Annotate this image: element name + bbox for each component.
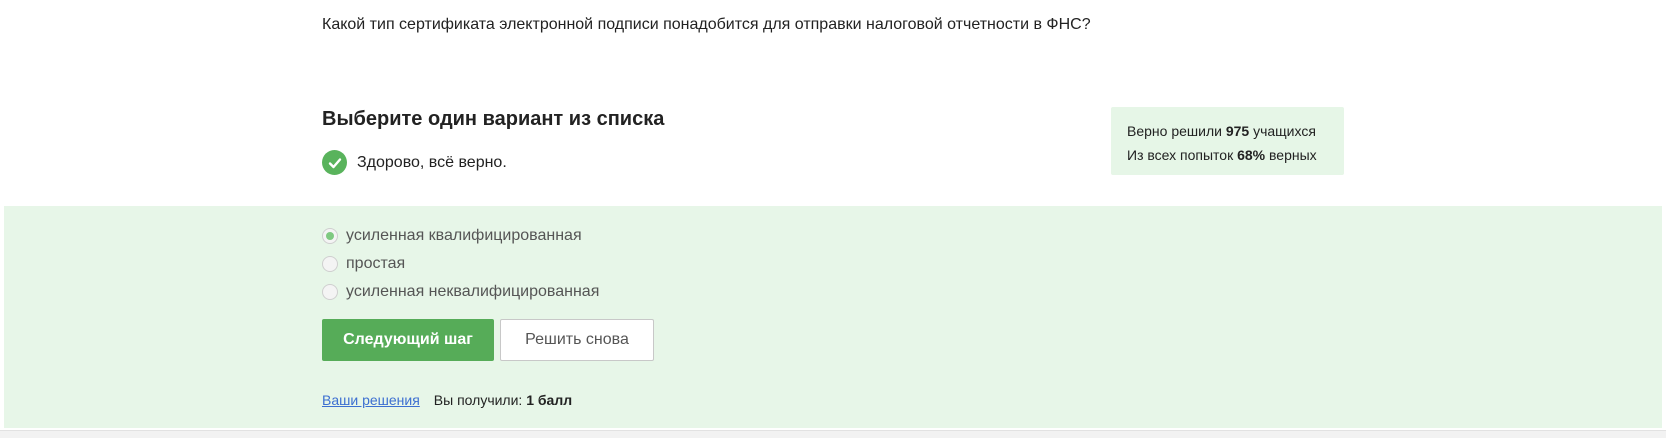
task-heading: Выберите один вариант из списка xyxy=(322,108,665,130)
result-message: Здорово, всё верно. xyxy=(322,150,507,175)
stats-attempts: Из всех попыток 68% верных xyxy=(1127,143,1328,167)
stats-attempts-suffix: верных xyxy=(1269,147,1317,163)
result-text: Здорово, всё верно. xyxy=(357,153,507,171)
stats-solved-count: 975 xyxy=(1225,123,1250,139)
radio-icon[interactable] xyxy=(322,284,338,300)
received-label: Вы получили: xyxy=(433,392,523,408)
radio-icon[interactable] xyxy=(322,256,338,272)
stats-solved: Верно решили 975 учащихся xyxy=(1127,119,1328,143)
your-solutions-link[interactable]: Ваши решения xyxy=(322,392,420,408)
option-label: усиленная неквалифицированная xyxy=(346,283,600,300)
options-list: усиленная квалифицированная простая усил… xyxy=(322,222,599,306)
stats-solved-suffix: учащихся xyxy=(1253,123,1316,139)
option-label: усиленная квалифицированная xyxy=(346,227,582,244)
stats-attempts-prefix: Из всех попыток xyxy=(1127,147,1234,163)
footer-row: Ваши решения Вы получили: 1 балл xyxy=(322,392,572,408)
answer-panel xyxy=(4,206,1662,428)
question-text: Какой тип сертификата электронной подпис… xyxy=(322,16,1091,33)
radio-selected-icon[interactable] xyxy=(322,228,338,244)
score-info: Вы получили: 1 балл xyxy=(434,392,572,408)
next-step-button[interactable]: Следующий шаг xyxy=(322,319,494,361)
retry-button[interactable]: Решить снова xyxy=(500,319,654,361)
page-bottom-divider xyxy=(0,430,1666,438)
score-value: 1 балл xyxy=(526,392,573,408)
option-label: простая xyxy=(346,255,406,272)
check-circle-icon xyxy=(322,150,347,175)
option-item[interactable]: усиленная неквалифицированная xyxy=(322,278,599,306)
stats-box: Верно решили 975 учащихся Из всех попыто… xyxy=(1111,107,1344,175)
stats-attempts-percent: 68% xyxy=(1237,147,1266,163)
option-item[interactable]: простая xyxy=(322,250,599,278)
stats-solved-prefix: Верно решили xyxy=(1127,123,1222,139)
option-item[interactable]: усиленная квалифицированная xyxy=(322,222,599,250)
